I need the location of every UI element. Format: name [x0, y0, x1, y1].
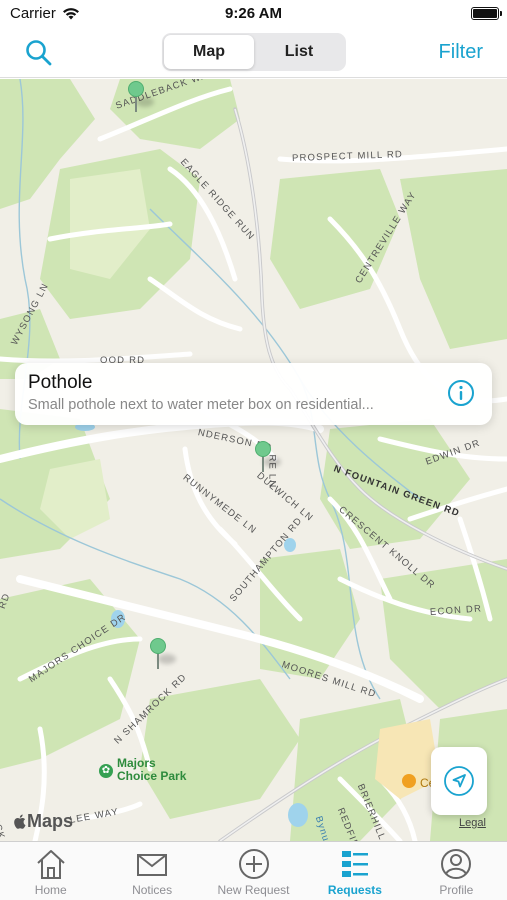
- search-icon: [26, 40, 52, 66]
- tab-notices[interactable]: Notices: [101, 842, 202, 900]
- home-icon: [37, 850, 65, 879]
- info-icon: [448, 380, 474, 406]
- clock: 9:26 AM: [225, 5, 282, 22]
- maps-label: Maps: [27, 811, 74, 831]
- tab-requests[interactable]: Requests: [304, 842, 405, 900]
- nav-bar: Map List Filter: [0, 28, 507, 78]
- map-pin-selected[interactable]: [255, 441, 281, 473]
- map-pin[interactable]: [128, 81, 154, 113]
- pin-shadow: [158, 654, 176, 664]
- tab-label: Requests: [327, 883, 382, 897]
- envelope-icon: [137, 854, 168, 876]
- pin-shadow: [263, 457, 281, 467]
- status-bar: Carrier 9:26 AM: [0, 0, 507, 28]
- map-pin[interactable]: [150, 638, 176, 670]
- filter-button[interactable]: Filter: [439, 41, 483, 64]
- callout-subtitle: Small pothole next to water meter box on…: [28, 397, 374, 413]
- map-view[interactable]: SADDLEBACK WAY EAGLE RIDGE RUN PROSPECT …: [0, 79, 507, 841]
- callout-title: Pothole: [28, 372, 93, 393]
- tab-label: New Request: [217, 883, 290, 897]
- tab-label: Notices: [132, 883, 173, 897]
- pin-stem: [262, 456, 264, 472]
- park-label-line2: Choice Park: [117, 769, 187, 783]
- tab-bar: Home Notices New Request Requests Profil…: [0, 841, 507, 900]
- segment-list[interactable]: List: [254, 35, 344, 69]
- plus-circle-icon: [238, 849, 269, 879]
- apple-logo-icon: [14, 814, 26, 829]
- maps-attribution: Maps: [13, 811, 73, 832]
- tab-new-request[interactable]: New Request: [203, 842, 304, 900]
- pin-stem: [157, 653, 159, 669]
- view-segmented-control: Map List: [162, 33, 346, 71]
- tab-home[interactable]: Home: [0, 842, 101, 900]
- pin-stem: [135, 96, 137, 112]
- battery-icon: [471, 7, 502, 20]
- search-button[interactable]: [24, 38, 56, 68]
- park-label[interactable]: Majors Choice Park: [117, 757, 186, 783]
- location-arrow-icon: [444, 766, 474, 796]
- tab-label: Profile: [439, 883, 474, 897]
- list-icon: [341, 851, 368, 877]
- segment-map[interactable]: Map: [164, 35, 254, 69]
- pin-head: [128, 81, 144, 97]
- pin-callout[interactable]: Pothole Small pothole next to water mete…: [15, 363, 492, 425]
- info-button[interactable]: [447, 379, 475, 407]
- tab-label: Home: [34, 883, 67, 897]
- locate-me-button[interactable]: [431, 747, 487, 815]
- legal-link[interactable]: Legal: [459, 817, 486, 829]
- pin-head: [255, 441, 271, 457]
- pin-shadow: [136, 97, 154, 107]
- person-circle-icon: [441, 849, 472, 879]
- pin-head: [150, 638, 166, 654]
- park-icon: ✿: [99, 764, 113, 778]
- tab-profile[interactable]: Profile: [406, 842, 507, 900]
